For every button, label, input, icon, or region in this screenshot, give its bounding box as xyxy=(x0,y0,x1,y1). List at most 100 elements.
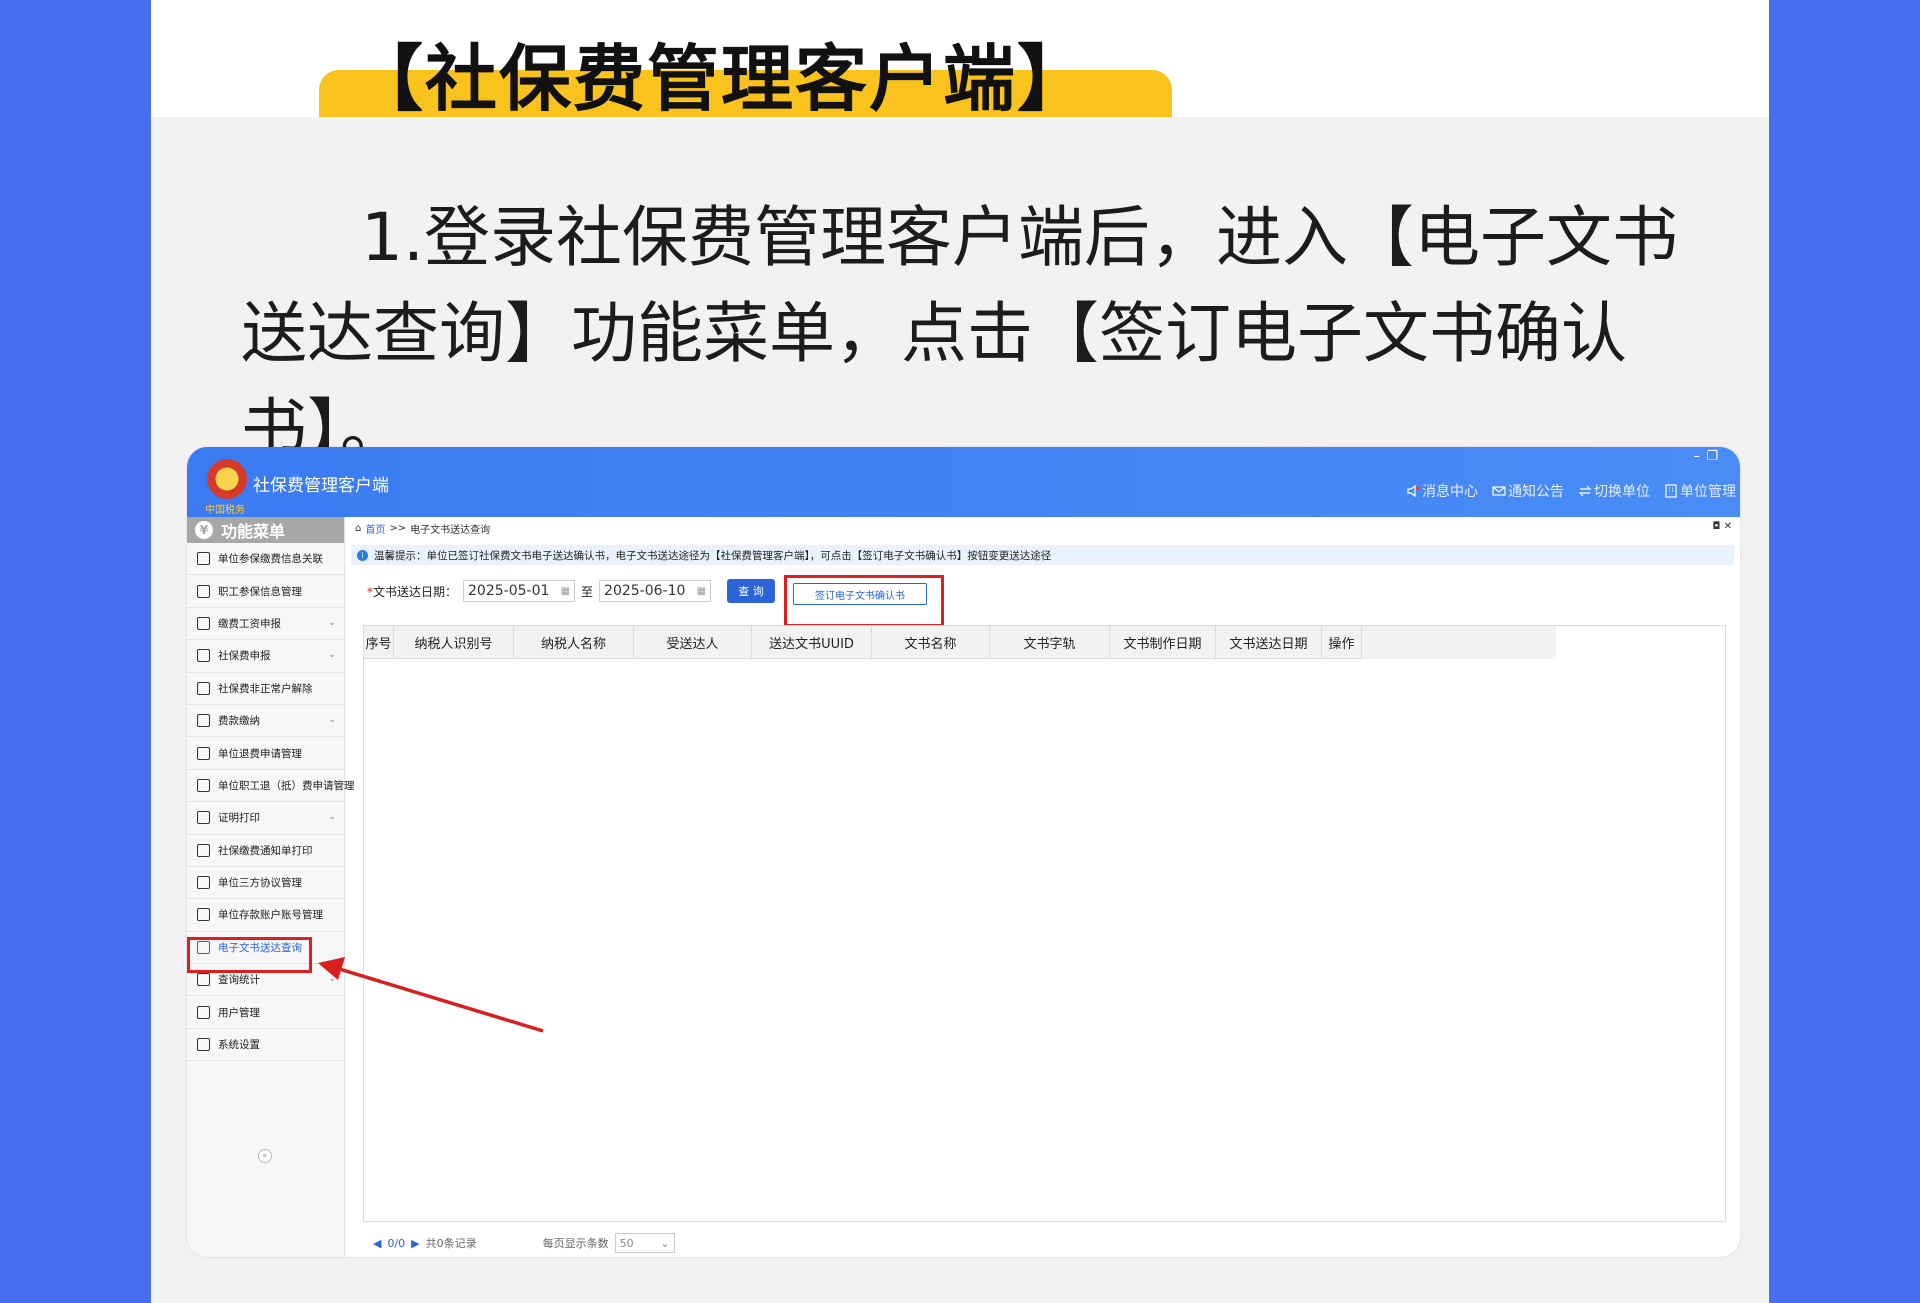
total-records: 共0条记录 xyxy=(425,1237,477,1250)
chevron-down-icon: ⌄ xyxy=(328,650,336,661)
logo-subtext: 中国税务 xyxy=(205,505,245,516)
unit-management-label: 单位管理 xyxy=(1680,484,1736,500)
per-page-value: 50 xyxy=(619,1236,634,1250)
breadcrumb-home[interactable]: 首页 xyxy=(365,521,385,536)
breadcrumb: ⌂ 首页 >> 电子文书送达查询 xyxy=(355,521,490,536)
date-range-separator: 至 xyxy=(581,584,594,599)
unit-management-link[interactable]: 单位管理 xyxy=(1664,481,1736,501)
chevron-down-icon: ⌄ xyxy=(660,1236,670,1250)
notice-text: 温馨提示：单位已签订社保费文书电子送达确认书，电子文书送达途径为【社保费管理客户… xyxy=(374,549,1052,562)
table-header: 序号 纳税人识别号 纳税人名称 受送达人 送达文书UUID 文书名称 文书字轨 文书制作日期文… xyxy=(364,626,1556,659)
sidebar-item-label: 缴费工资申报 xyxy=(218,617,281,630)
menu-item-icon xyxy=(197,811,210,825)
query-button[interactable]: 查 询 xyxy=(727,579,776,603)
app-name: 社保费管理客户端 xyxy=(253,476,389,496)
menu-item-icon xyxy=(197,908,210,922)
app-window: 中国税务 社保费管理客户端 – ❐ 消息中心 通知公告 切换单位 单位管理 ¥ … xyxy=(187,447,1740,1257)
sidebar-item-label: 用户管理 xyxy=(218,1006,260,1019)
column-header: 纳税人识别号 xyxy=(394,626,514,659)
sidebar-item[interactable]: 职工参保信息管理 xyxy=(187,575,344,608)
date-filter-text: 文书送达日期： xyxy=(373,584,458,599)
sidebar-item-label: 费款缴纳 xyxy=(218,715,260,728)
calendar-icon: ▦ xyxy=(696,585,707,597)
highlight-box-sign-button xyxy=(784,575,944,627)
sidebar-item-label: 证明打印 xyxy=(218,812,260,825)
start-date-value: 2025-05-01 xyxy=(468,583,550,599)
sidebar-item[interactable]: 社保费申报 ⌄ xyxy=(187,640,344,673)
sidebar: ¥ 功能菜单 单位参保缴费信息关联 职工参保信息管理 缴费工资申报 ⌄ 社保费申报 ⌄ 社保… xyxy=(187,517,355,1257)
restore-button[interactable]: ❐ xyxy=(1706,449,1718,464)
menu-item-icon xyxy=(197,584,210,598)
chevron-down-icon: ⌄ xyxy=(328,812,336,823)
sidebar-item[interactable]: 单位参保缴费信息关联 xyxy=(187,543,344,576)
menu-title: ¥ 功能菜单 xyxy=(187,517,344,543)
sidebar-item[interactable]: 社保缴费通知单打印 xyxy=(187,835,344,867)
menu-item-icon xyxy=(197,973,210,987)
sidebar-item[interactable]: 社保费非正常户解除 xyxy=(187,673,344,705)
sidebar-item[interactable]: 费款缴纳 ⌄ xyxy=(187,705,344,738)
notice-label: 通知公告 xyxy=(1508,484,1564,500)
results-table: 序号 纳税人识别号 纳税人名称 受送达人 送达文书UUID 文书名称 文书字轨 文书制作日期文… xyxy=(363,625,1726,1222)
calendar-icon: ▦ xyxy=(560,585,571,597)
menu-item-icon xyxy=(197,1038,210,1052)
swap-icon xyxy=(1578,485,1592,497)
menu-item-icon xyxy=(197,552,210,566)
mail-icon xyxy=(1492,486,1506,496)
tab-controls[interactable]: ◘ ✕ xyxy=(1713,521,1732,532)
sidebar-item[interactable]: 用户管理 xyxy=(187,996,344,1029)
minimize-button[interactable]: – xyxy=(1694,449,1701,464)
message-center-link[interactable]: 消息中心 xyxy=(1406,481,1478,501)
start-date-input[interactable]: 2025-05-01 ▦ xyxy=(463,580,576,602)
next-page-icon[interactable]: ▶ xyxy=(411,1237,419,1250)
menu-icon: ¥ xyxy=(195,521,213,539)
building-icon xyxy=(1665,484,1677,498)
prev-page-icon[interactable]: ◀ xyxy=(373,1237,381,1250)
per-page-select[interactable]: 50 ⌄ xyxy=(614,1233,675,1253)
message-center-label: 消息中心 xyxy=(1422,484,1478,500)
filter-bar: *文书送达日期： 2025-05-01 ▦ 至 2025-06-10 ▦ 查 询 xyxy=(367,579,776,603)
sidebar-item[interactable]: 系统设置 xyxy=(187,1029,344,1062)
end-date-value: 2025-06-10 xyxy=(604,583,686,599)
menu-item-icon xyxy=(197,714,210,728)
switch-unit-link[interactable]: 切换单位 xyxy=(1578,481,1650,501)
sidebar-item[interactable]: 证明打印 ⌄ xyxy=(187,802,344,835)
column-header: 纳税人名称 xyxy=(514,626,634,659)
column-header: 文书送达日期 xyxy=(1216,626,1322,659)
sidebar-item-label: 职工参保信息管理 xyxy=(218,585,302,598)
sidebar-item[interactable]: 单位职工退（抵）费申请管理 xyxy=(187,770,355,803)
menu-item-icon xyxy=(197,778,210,792)
sidebar-item[interactable]: 缴费工资申报 ⌄ xyxy=(187,608,344,641)
sidebar-item-label: 单位退费申请管理 xyxy=(218,747,302,760)
breadcrumb-current: 电子文书送达查询 xyxy=(410,525,491,536)
main-content: ⌂ 首页 >> 电子文书送达查询 ◘ ✕ i 温馨提示：单位已签订社保费文书电子… xyxy=(345,517,1740,1257)
sidebar-item[interactable]: 单位存款账户账号管理 xyxy=(187,899,344,932)
sidebar-item-label: 系统设置 xyxy=(218,1039,260,1052)
column-header: 操作 xyxy=(1322,626,1362,659)
sidebar-item[interactable]: 单位退费申请管理 xyxy=(187,737,344,770)
header-links: 消息中心 通知公告 切换单位 单位管理 xyxy=(1406,481,1736,501)
page-indicator: 0/0 xyxy=(387,1236,406,1250)
highlight-box-menu-item xyxy=(187,937,312,973)
end-date-input[interactable]: 2025-06-10 ▦ xyxy=(599,580,712,602)
menu-item-icon xyxy=(197,681,210,695)
sidebar-item-label: 社保费申报 xyxy=(218,650,271,663)
sidebar-item-label: 社保缴费通知单打印 xyxy=(218,844,313,857)
poster-title: 【社保费管理客户端】 xyxy=(351,37,1092,121)
collapse-sidebar-button[interactable]: « xyxy=(258,1149,272,1163)
home-icon: ⌂ xyxy=(355,523,362,534)
menu-item-icon xyxy=(197,649,210,663)
sidebar-item[interactable]: 单位三方协议管理 xyxy=(187,867,344,900)
chevron-down-icon: ⌄ xyxy=(328,714,336,725)
sidebar-item-label: 单位三方协议管理 xyxy=(218,877,302,890)
notice-link[interactable]: 通知公告 xyxy=(1492,481,1564,501)
breadcrumb-separator: >> xyxy=(389,523,407,534)
column-header: 文书制作日期 xyxy=(1110,626,1216,659)
speaker-icon xyxy=(1407,484,1420,498)
per-page-label: 每页显示条数 xyxy=(542,1237,609,1250)
menu-item-icon xyxy=(197,876,210,890)
sidebar-item-label: 单位职工退（抵）费申请管理 xyxy=(218,779,355,792)
sidebar-item-label: 单位存款账户账号管理 xyxy=(218,909,323,922)
date-filter-label: *文书送达日期： xyxy=(367,583,457,600)
app-header: 中国税务 社保费管理客户端 – ❐ 消息中心 通知公告 切换单位 单位管理 xyxy=(187,447,1740,517)
menu-item-icon xyxy=(197,1005,210,1019)
